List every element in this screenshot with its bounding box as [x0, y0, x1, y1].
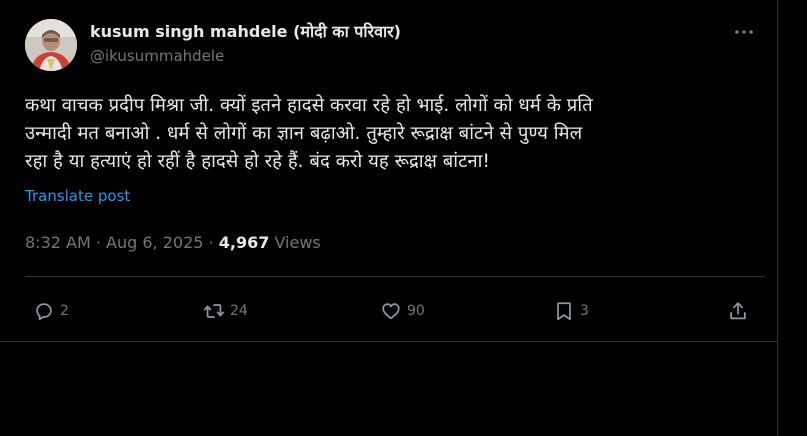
post-bottom-border — [0, 341, 778, 342]
repost-button[interactable]: 24 — [203, 296, 248, 326]
action-bar: 2 24 90 3 — [0, 296, 778, 326]
post-text-line: कथा वाचक प्रदीप मिश्रा जी. क्यों इतने हा… — [25, 95, 593, 116]
post-metadata: 8:32 AM · Aug 6, 2025 · 4,967 Views — [25, 233, 321, 252]
bookmark-button[interactable]: 3 — [553, 296, 589, 326]
more-horizontal-icon[interactable] — [733, 22, 755, 42]
reply-button[interactable]: 2 — [33, 296, 69, 326]
meta-separator: · — [95, 233, 101, 252]
post-text-line: उन्मादी मत बनाओ . धर्म से लोगों का ज्ञान… — [25, 123, 583, 144]
bookmark-icon — [557, 302, 571, 321]
post-text-line: रहा है या हत्याएं हो रहीं है हादसे हो रह… — [25, 151, 490, 172]
reply-count: 2 — [60, 303, 69, 319]
repost-count: 24 — [230, 303, 248, 319]
like-count: 90 — [407, 303, 425, 319]
divider — [25, 276, 765, 277]
heart-icon — [382, 303, 400, 320]
views-count: 4,967 — [218, 233, 270, 252]
post-card: kusum singh mahdele (मोदी का परिवार) @ik… — [0, 0, 778, 436]
reply-bubble-icon — [36, 303, 52, 321]
user-handle[interactable]: @ikusummahdele — [90, 47, 224, 65]
post-text: कथा वाचक प्रदीप मिश्रा जी. क्यों इतने हा… — [25, 92, 765, 176]
avatar[interactable] — [25, 19, 77, 71]
translate-post-link[interactable]: Translate post — [25, 187, 130, 205]
like-button[interactable]: 90 — [380, 296, 425, 326]
share-button[interactable] — [727, 296, 754, 326]
views-label: Views — [274, 233, 321, 252]
display-name[interactable]: kusum singh mahdele (मोदी का परिवार) — [90, 20, 401, 42]
bookmark-count: 3 — [580, 303, 589, 319]
repost-arrows-icon — [203, 304, 225, 318]
share-upload-icon — [730, 302, 746, 320]
avatar-image — [25, 19, 77, 71]
post-time[interactable]: 8:32 AM — [25, 233, 91, 252]
meta-separator: · — [208, 233, 214, 252]
post-date[interactable]: Aug 6, 2025 — [106, 233, 203, 252]
